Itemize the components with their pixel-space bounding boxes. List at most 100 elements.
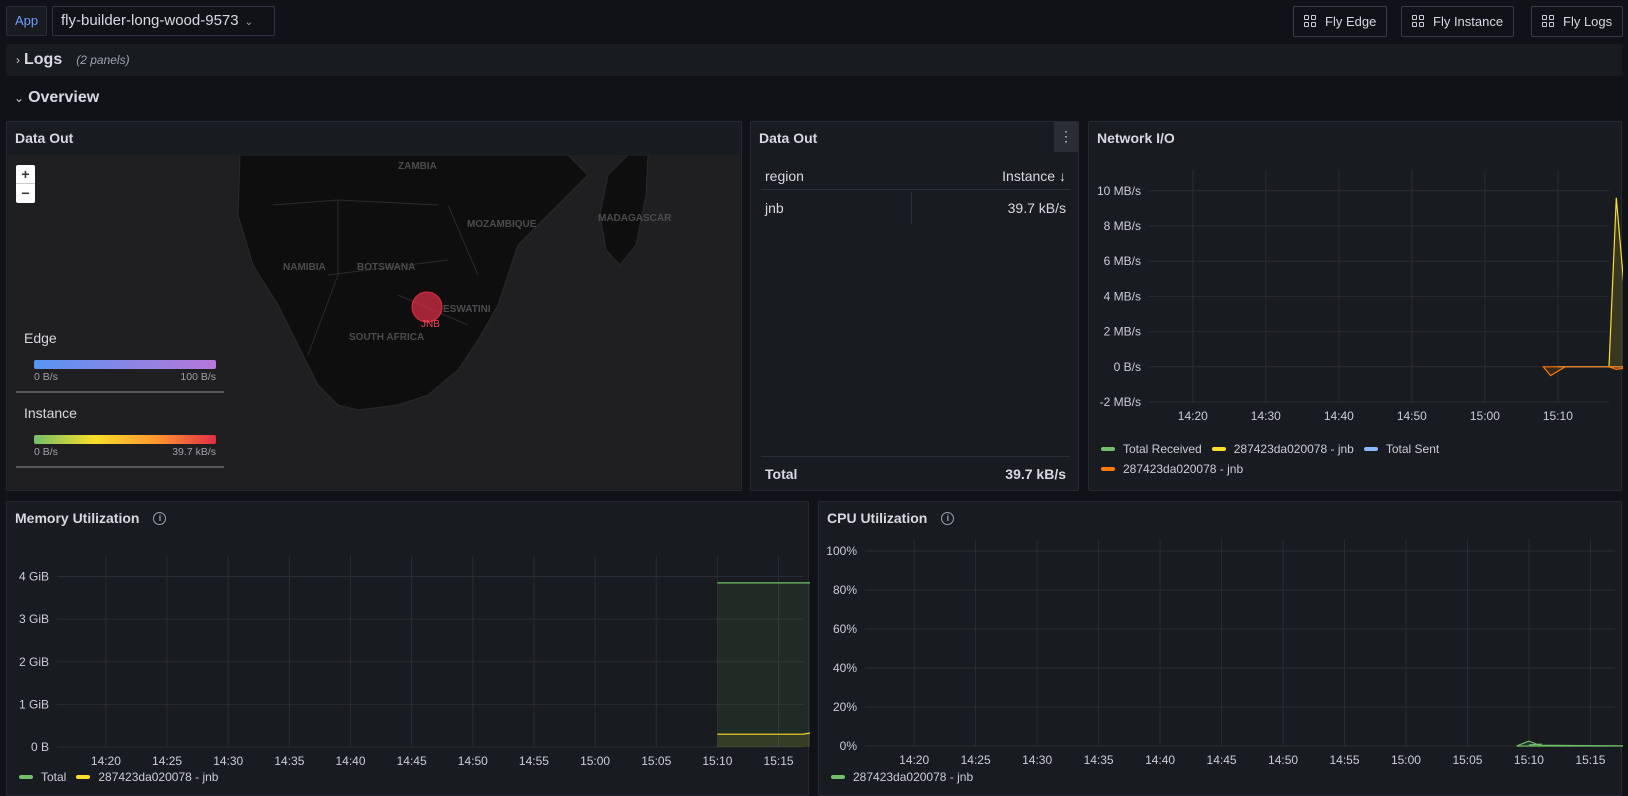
instance-max: 39.7 kB/s [172, 446, 216, 458]
y-tick-label: 2 GiB [19, 655, 49, 669]
fly-edge-link-button[interactable]: Fly Edge [1293, 6, 1388, 37]
column-header-instance[interactable]: Instance ↓ [911, 168, 1070, 184]
legend-swatch [1211, 447, 1226, 451]
data-out-table-panel: Data Out ⋮ region Instance ↓ jnb 39.7 kB… [750, 121, 1079, 491]
cpu-chart[interactable]: 100% 80% 60% 40% 20% 0% 14:20 14:25 14:30 14:35 14… [819, 532, 1623, 772]
y-tick-label: 4 GiB [19, 570, 49, 584]
legend-item[interactable]: Total Sent [1363, 442, 1440, 456]
zoom-in-button[interactable]: + [16, 165, 35, 184]
x-tick-label: 15:10 [1514, 753, 1544, 767]
edge-color-scale [34, 360, 216, 369]
series-area [1516, 741, 1623, 746]
cell-instance: 39.7 kB/s [911, 192, 1070, 224]
y-tick-label: -2 MB/s [1100, 395, 1141, 409]
x-tick-label: 14:50 [1397, 409, 1427, 423]
sort-descending-icon: ↓ [1059, 167, 1066, 184]
legend-swatch [76, 775, 91, 779]
x-tick-label: 14:20 [1178, 409, 1208, 423]
legend-swatch [1363, 447, 1378, 451]
country-label: MADAGASCAR [598, 213, 672, 224]
y-tick-label: 100% [826, 544, 857, 558]
edge-max: 100 B/s [180, 371, 216, 383]
table-row: jnb 39.7 kB/s [761, 190, 1070, 226]
legend-item[interactable]: 287423da020078 - jnb [1101, 462, 1611, 476]
y-tick-label: 4 MB/s [1104, 289, 1141, 303]
row-overview[interactable]: ⌄ Overview [6, 82, 99, 114]
y-tick-label: 0 B [31, 740, 49, 754]
link-label: Fly Logs [1563, 14, 1613, 29]
dashboard-grid-icon [1304, 15, 1317, 28]
map-panel: Data Out ZAMBIA MOZAMBIQUE MADAGASCAR NA… [6, 121, 742, 491]
y-tick-label: 0% [840, 739, 858, 753]
legend-item[interactable]: 287423da020078 - jnb [1211, 442, 1354, 456]
legend-label: 287423da020078 - jnb [1233, 442, 1354, 456]
legend-swatch [831, 775, 845, 779]
geomap[interactable]: ZAMBIA MOZAMBIQUE MADAGASCAR NAMIBIA BOT… [8, 155, 740, 489]
row-logs[interactable]: › Logs (2 panels) [6, 44, 1622, 76]
x-tick-label: 14:35 [1084, 753, 1114, 767]
instance-color-scale [34, 435, 216, 444]
x-tick-label: 15:00 [580, 754, 610, 768]
instance-legend-title: Instance [24, 405, 77, 421]
chevron-right-icon: › [16, 53, 20, 67]
y-tick-label: 80% [833, 583, 857, 597]
legend-item[interactable]: Total Received [1101, 442, 1202, 456]
memory-legend: Total 287423da020078 - jnb [19, 770, 218, 784]
panel-title: Network I/O [1097, 130, 1175, 146]
panel-title: CPU Utilization [827, 510, 928, 526]
panel-title: Data Out [15, 130, 74, 146]
app-variable-select[interactable]: fly-builder-long-wood-9573 ⌄ [52, 6, 275, 36]
country-label: ZAMBIA [398, 161, 437, 172]
info-icon[interactable]: i [941, 511, 955, 525]
legend-label: Total Sent [1385, 442, 1440, 456]
x-tick-label: 15:05 [641, 754, 671, 768]
cell-region: jnb [765, 200, 784, 216]
x-tick-label: 14:30 [213, 754, 243, 768]
madagascar-landmass [599, 155, 649, 266]
x-tick-label: 14:30 [1022, 753, 1052, 767]
country-label: SOUTH AFRICA [349, 332, 424, 343]
y-tick-label: 8 MB/s [1104, 219, 1141, 233]
africa-landmass [237, 155, 589, 411]
x-tick-label: 14:55 [1329, 753, 1359, 767]
x-tick-label: 14:40 [1324, 409, 1354, 423]
y-tick-label: 3 GiB [19, 612, 49, 626]
memory-chart[interactable]: 4 GiB 3 GiB 2 GiB 1 GiB 0 B 14:20 14:25 14:30 14… [7, 532, 810, 772]
x-tick-label: 14:20 [899, 753, 929, 767]
fly-instance-link-button[interactable]: Fly Instance [1401, 6, 1515, 37]
row-logs-title: Logs [24, 51, 63, 68]
y-tick-label: 10 MB/s [1097, 184, 1141, 198]
info-icon[interactable]: i [153, 511, 167, 525]
network-chart[interactable]: 10 MB/s 8 MB/s 6 MB/s 4 MB/s 2 MB/s 0 B/s -2 M… [1089, 152, 1623, 452]
y-tick-label: 1 GiB [19, 697, 49, 711]
map-legend: Edge 0 B/s 100 B/s Instance 0 B/s 39.7 kB/… [16, 330, 224, 480]
y-tick-label: 20% [833, 700, 857, 714]
legend-swatch [1101, 467, 1115, 471]
series-area [717, 582, 810, 747]
x-tick-label: 14:25 [961, 753, 991, 767]
y-tick-label: 6 MB/s [1104, 254, 1141, 268]
column-header-region[interactable]: region [761, 168, 911, 184]
network-io-panel: Network I/O 10 MB/s 8 MB/s 6 MB/s 4 MB/s 2 M… [1088, 121, 1623, 491]
footer-label: Total [765, 465, 798, 482]
fly-logs-link-button[interactable]: Fly Logs [1531, 6, 1624, 37]
panel-menu-button[interactable]: ⋮ [1054, 122, 1078, 152]
network-legend: Total Received 287423da020078 - jnb Tota… [1101, 442, 1611, 476]
edge-min: 0 B/s [34, 371, 58, 383]
instance-min: 0 B/s [34, 446, 58, 458]
x-tick-label: 14:40 [1145, 753, 1175, 767]
dashboard-grid-icon [1542, 15, 1555, 28]
cpu-utilization-panel: CPU Utilization i 100% 80% 60% 40% 20% 0% 14:20… [818, 501, 1623, 796]
legend-label: Total Received [1123, 442, 1202, 456]
legend-item[interactable]: 287423da020078 - jnb [76, 770, 218, 784]
x-tick-label: 14:30 [1251, 409, 1281, 423]
legend-label: 287423da020078 - jnb [98, 770, 219, 784]
zoom-out-button[interactable]: − [16, 184, 35, 203]
memory-utilization-panel: Memory Utilization i 4 GiB 3 GiB 2 GiB 1 GiB… [6, 501, 810, 796]
y-tick-label: 0 B/s [1114, 360, 1141, 374]
x-tick-label: 14:50 [458, 754, 488, 768]
dashboard-grid-icon [1412, 15, 1425, 28]
legend-item[interactable]: 287423da020078 - jnb [831, 770, 973, 784]
legend-item[interactable]: Total [19, 770, 66, 784]
app-variable-value: fly-builder-long-wood-9573 [61, 12, 239, 29]
